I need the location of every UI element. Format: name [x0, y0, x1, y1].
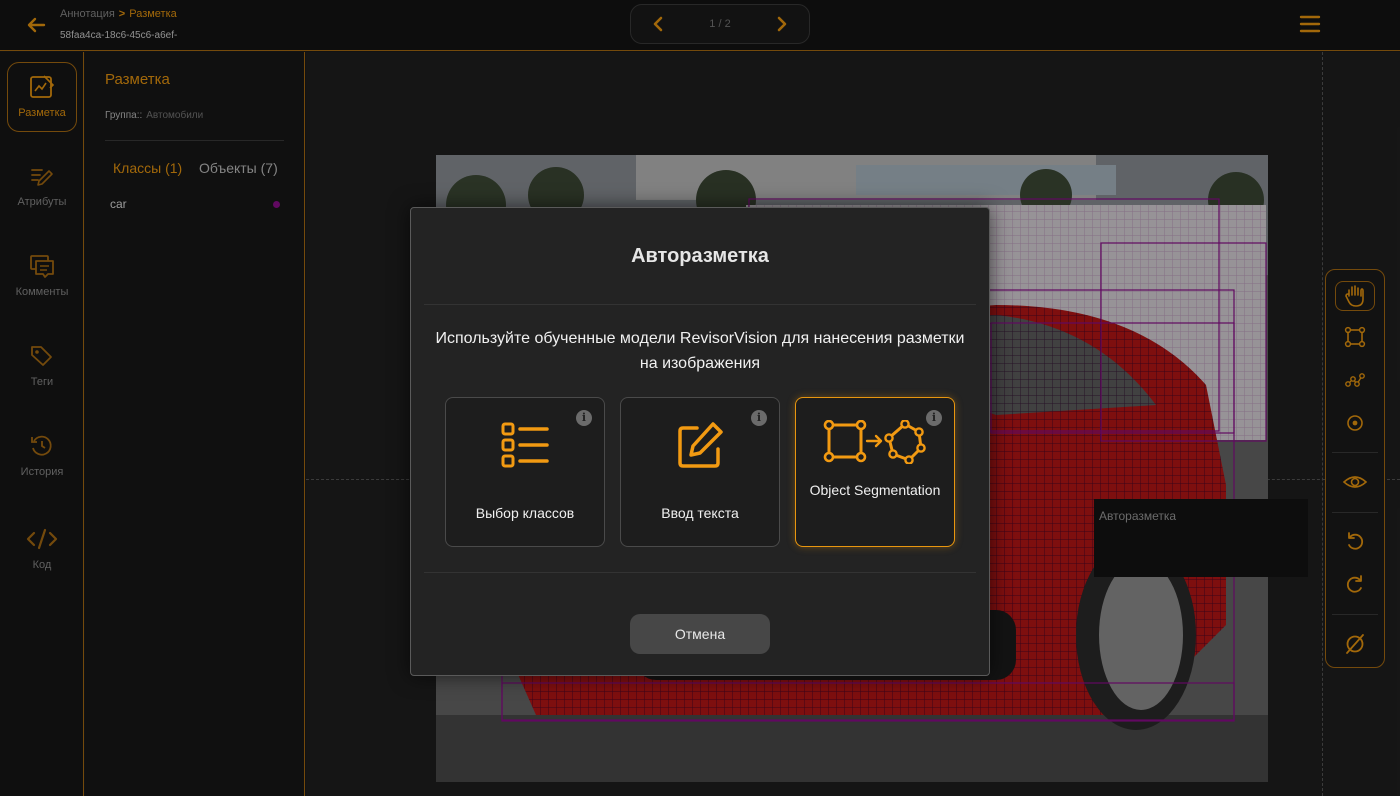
- option-class-selection[interactable]: i Выбор классов: [445, 397, 605, 547]
- dialog-divider: [424, 304, 976, 305]
- dialog-divider: [424, 572, 976, 573]
- option-label: Object Segmentation: [809, 482, 941, 498]
- dialog-description: Используйте обученные модели RevisorVisi…: [435, 330, 965, 372]
- auto-markup-dialog: Авторазметка Используйте обученные модел…: [410, 207, 990, 676]
- option-label: Выбор классов: [475, 505, 575, 521]
- option-text-input[interactable]: i Ввод текста: [620, 397, 780, 547]
- dialog-title: Авторазметка: [631, 245, 769, 267]
- list-icon: [446, 420, 604, 470]
- cancel-button[interactable]: Отмена: [630, 614, 770, 654]
- edit-icon: [621, 420, 779, 470]
- option-label: Ввод текста: [661, 505, 739, 521]
- polygon-transform-icon: [796, 420, 954, 464]
- option-object-segmentation[interactable]: i Object Segmentation: [795, 397, 955, 547]
